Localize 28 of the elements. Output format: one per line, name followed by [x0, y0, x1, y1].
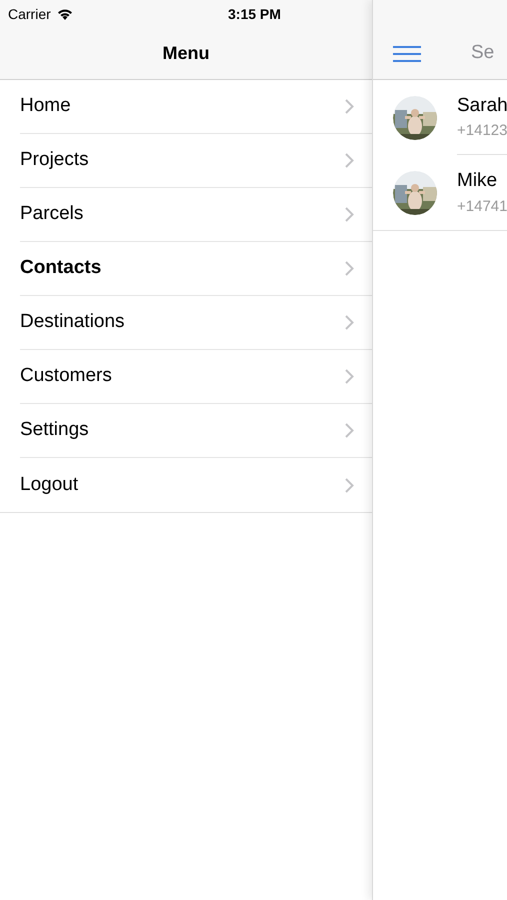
contact-name: Sarah — [457, 94, 507, 118]
chevron-icon — [345, 315, 354, 330]
chevron-icon — [345, 153, 354, 168]
chevron-icon — [345, 261, 354, 276]
chevron-icon — [345, 207, 354, 222]
menu-item[interactable]: Parcels — [20, 188, 372, 242]
menu-item[interactable]: Home — [20, 80, 372, 134]
contact-row[interactable]: Sarah +14123 — [373, 80, 507, 155]
menu-icon[interactable] — [393, 44, 421, 62]
chevron-icon — [345, 99, 354, 114]
menu-item[interactable]: Contacts — [20, 242, 372, 296]
screen-title: Se — [471, 41, 494, 66]
contact-phone: +14741 — [457, 196, 507, 216]
menu-item[interactable]: Destinations — [20, 296, 372, 350]
menu-item[interactable]: Projects — [20, 134, 372, 188]
menu-item[interactable]: Logout — [20, 458, 372, 512]
menu-item[interactable]: Customers — [20, 350, 372, 404]
chevron-icon — [345, 478, 354, 492]
chevron-icon — [345, 369, 354, 384]
wifi-icon — [56, 8, 73, 20]
chevron-icon — [345, 423, 354, 438]
contact-name: Mike — [457, 169, 498, 193]
time-label: 3:15 PM — [228, 4, 281, 24]
carrier-label: Carrier — [8, 4, 51, 24]
menu-item[interactable]: Settings — [20, 404, 372, 458]
contact-phone: +14123 — [457, 121, 507, 141]
contact-row[interactable]: Mike +14741 — [373, 155, 507, 230]
menu-title: Menu — [162, 42, 210, 65]
